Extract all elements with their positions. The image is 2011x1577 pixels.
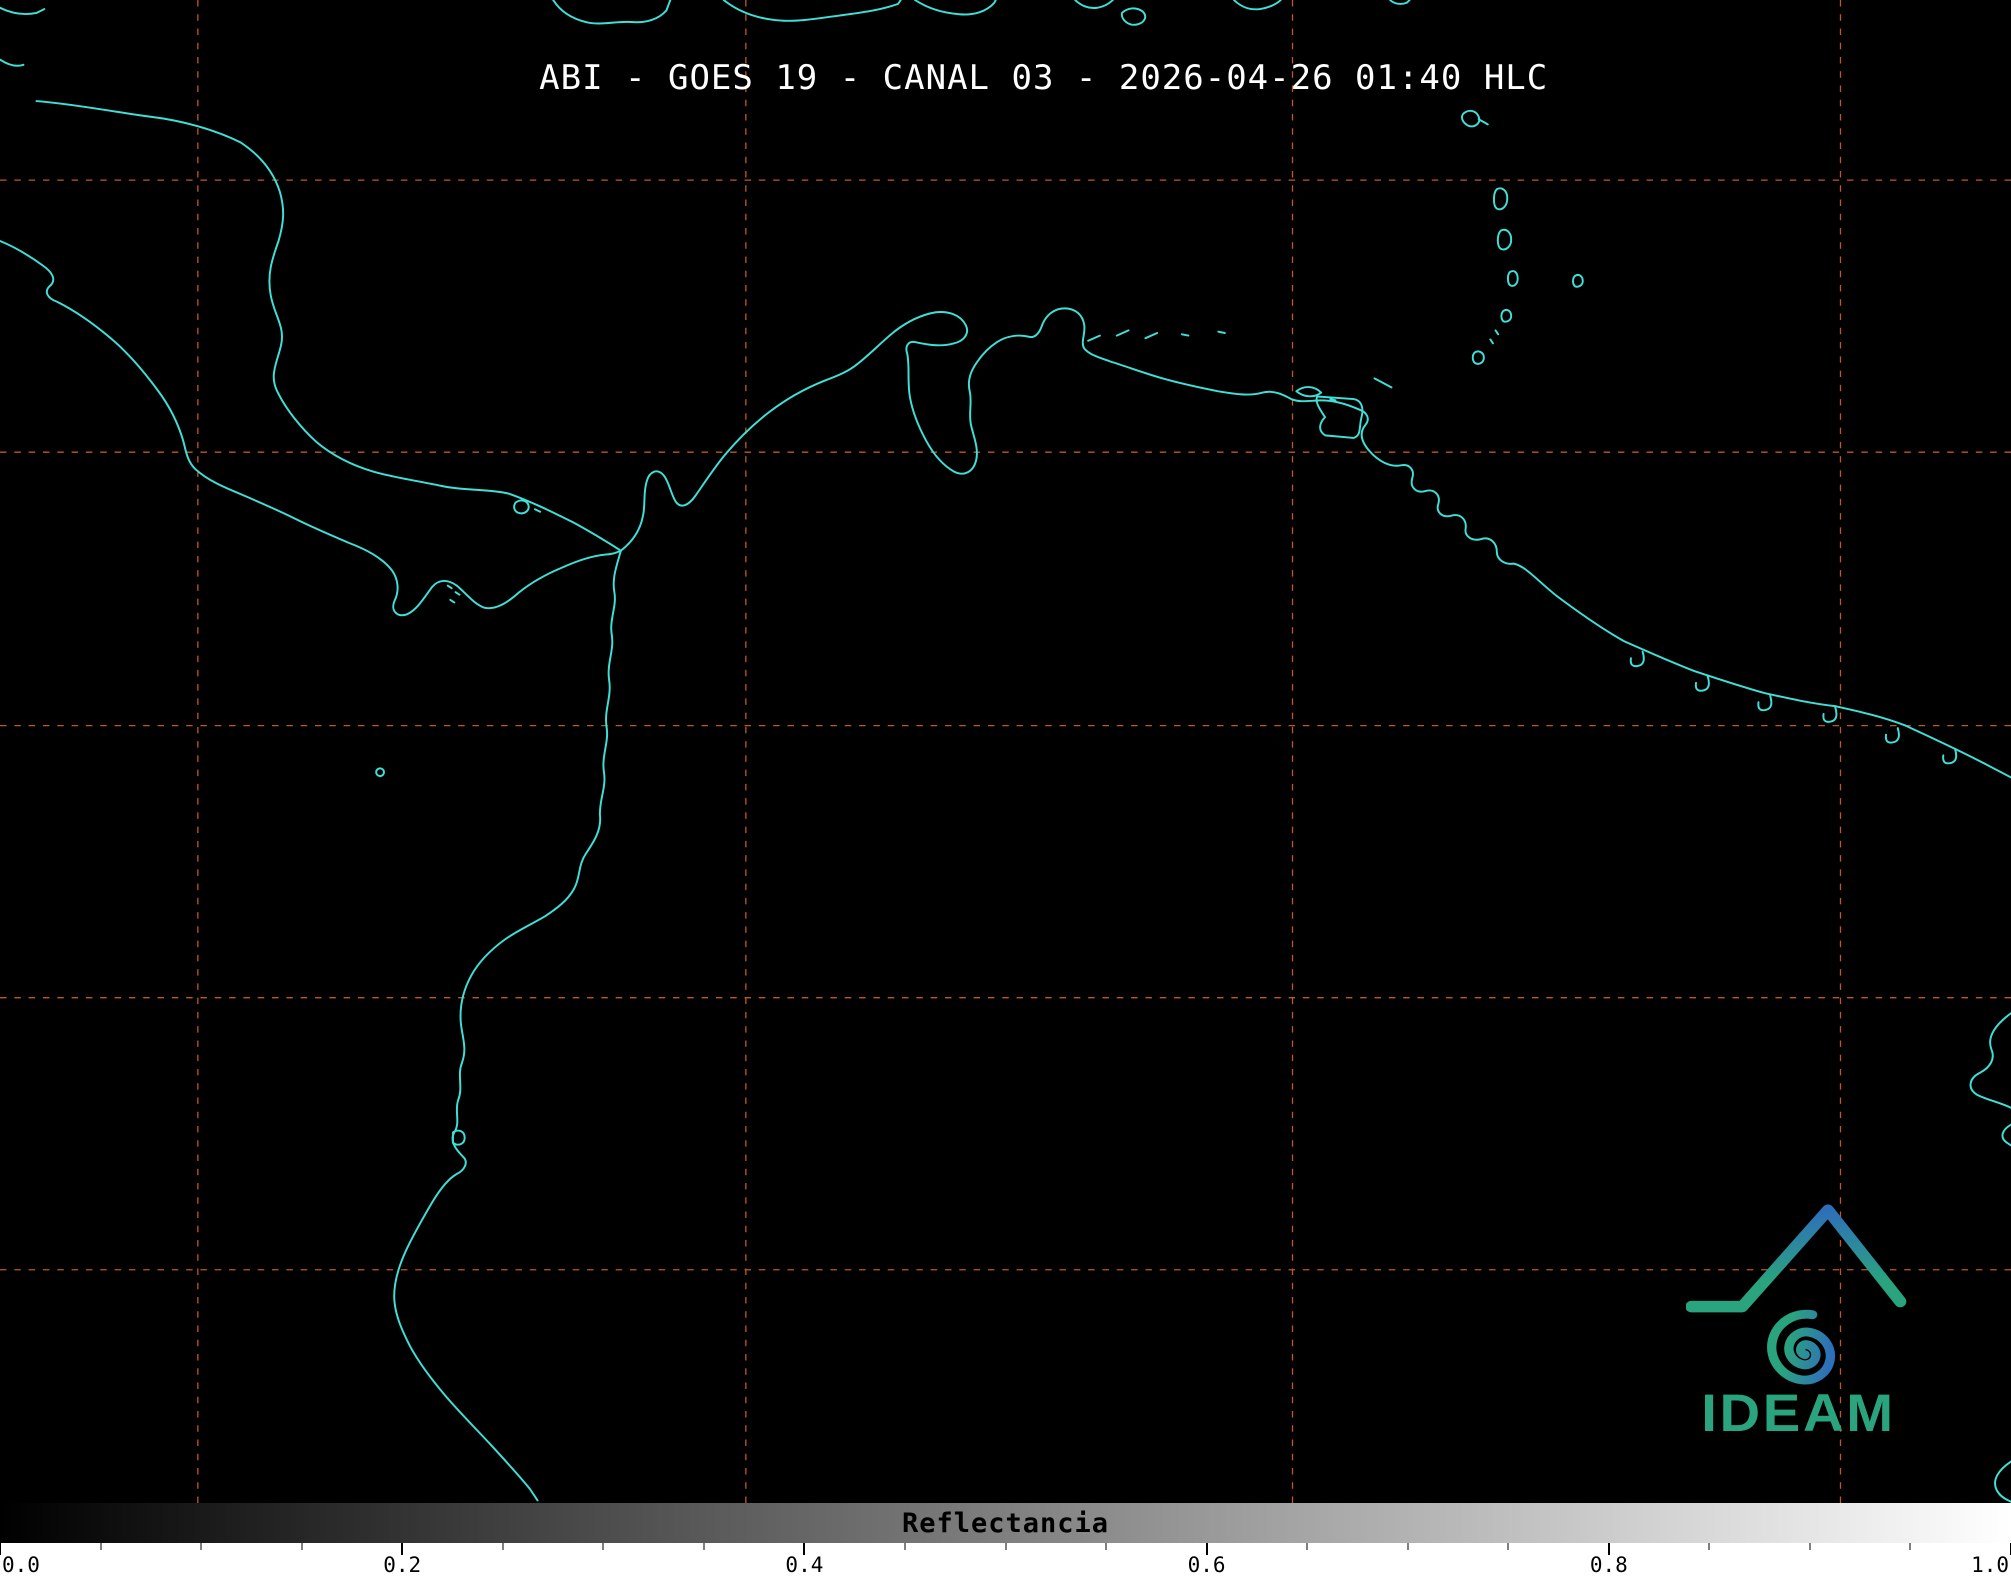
colorbar-label: Reflectancia bbox=[901, 1508, 1110, 1539]
colorbar-tick-label: 0.4 bbox=[785, 1553, 824, 1577]
ideam-logo-mark bbox=[1686, 1204, 1907, 1385]
colorbar-ticks: 0.0 0.2 0.4 0.6 0.8 1.0 bbox=[0, 1543, 2011, 1577]
colorbar-minor-tick bbox=[1507, 1543, 1509, 1550]
colorbar-minor-tick bbox=[200, 1543, 202, 1550]
coastline-path bbox=[35, 100, 622, 552]
mountain-icon bbox=[1686, 1204, 1907, 1313]
satellite-image-viewport: { "title": "ABI - GOES 19 - CANAL 03 - 2… bbox=[0, 0, 2011, 1577]
colorbar-gradient: Reflectancia bbox=[0, 1503, 2011, 1543]
colorbar-minor-tick bbox=[1809, 1543, 1811, 1550]
coastline-path bbox=[0, 240, 622, 617]
coastline-path bbox=[1629, 650, 1958, 765]
coastline-path bbox=[1969, 1012, 2011, 1503]
ideam-logo-text: IDEAM bbox=[1701, 1382, 1896, 1436]
satellite-map: ABI - GOES 19 - CANAL 03 - 2026-04-26 01… bbox=[0, 0, 2011, 1503]
colorbar-tick-label: 0.6 bbox=[1187, 1553, 1226, 1577]
colorbar-minor-tick bbox=[1909, 1543, 1911, 1550]
colorbar-minor-tick bbox=[1708, 1543, 1710, 1550]
colorbar-minor-tick bbox=[703, 1543, 705, 1550]
colorbar-major-tick bbox=[0, 1543, 1, 1555]
ideam-logo: IDEAM bbox=[1686, 1204, 1907, 1436]
colorbar-tick-label: 1.0 bbox=[1971, 1553, 2009, 1577]
colorbar-minor-tick bbox=[602, 1543, 604, 1550]
colorbar-minor-tick bbox=[1306, 1543, 1308, 1550]
coastline-path bbox=[0, 0, 1411, 67]
colorbar-minor-tick bbox=[1105, 1543, 1107, 1550]
image-title: ABI - GOES 19 - CANAL 03 - 2026-04-26 01… bbox=[539, 58, 1549, 98]
colorbar-tick-label: 0.0 bbox=[2, 1553, 40, 1577]
colorbar-minor-tick bbox=[904, 1543, 906, 1550]
colorbar-minor-tick bbox=[301, 1543, 303, 1550]
cyclone-spiral-icon bbox=[1767, 1309, 1835, 1385]
colorbar-minor-tick bbox=[1005, 1543, 1006, 1550]
colorbar-minor-tick bbox=[1407, 1543, 1409, 1550]
coastline-path bbox=[393, 549, 622, 1502]
colorbar-tick-label: 0.8 bbox=[1589, 1553, 1628, 1577]
colorbar-minor-tick bbox=[100, 1543, 102, 1550]
colorbar-minor-tick bbox=[502, 1543, 504, 1550]
colorbar-tick-label: 0.2 bbox=[383, 1553, 422, 1577]
island-outlines bbox=[375, 7, 1584, 1146]
coastline-path bbox=[619, 307, 2011, 779]
